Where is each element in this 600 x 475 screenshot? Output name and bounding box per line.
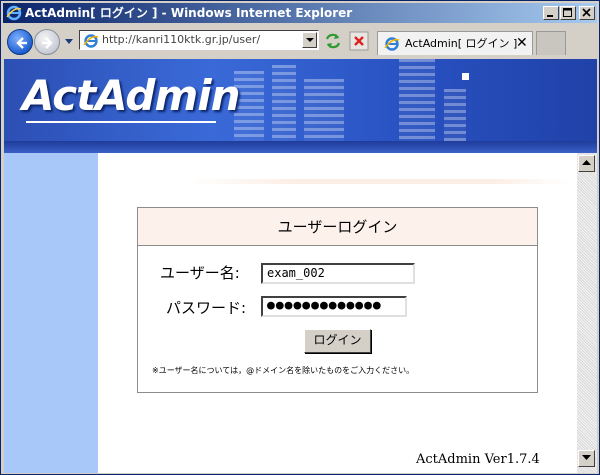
tab-ie-icon	[384, 36, 400, 56]
username-note: ※ユーザー名については，@ドメイン名を除いたものをご入力ください。	[152, 366, 415, 375]
refresh-icon	[325, 33, 341, 49]
version-text: ActAdmin Ver1.7.4	[416, 452, 540, 467]
page-ie-icon	[83, 33, 99, 53]
vertical-scrollbar[interactable]	[577, 153, 597, 473]
password-label: パスワード:	[166, 299, 247, 317]
logo-underline	[26, 121, 216, 123]
browser-window: ActAdmin[ ログイン ] - Windows Internet Expl…	[0, 0, 600, 475]
stop-button[interactable]	[349, 31, 369, 51]
main-content: ユーザーログイン ユーザー名: exam_002 パスワード: ●●●●●●●●…	[98, 153, 577, 473]
close-button[interactable]	[579, 6, 595, 20]
username-label: ユーザー名:	[160, 264, 240, 282]
banner-sparkle	[462, 73, 469, 80]
arrow-up-icon	[582, 160, 591, 165]
side-panel	[4, 153, 98, 473]
forward-arrow-icon	[42, 37, 53, 49]
tab-close-icon[interactable]: ✕	[516, 36, 528, 50]
decorative-line	[184, 179, 568, 184]
new-tab-button[interactable]	[536, 31, 566, 55]
minimize-button[interactable]	[543, 6, 559, 20]
banner-building-graphic	[444, 89, 466, 141]
banner-building-graphic	[272, 65, 296, 141]
login-heading: ユーザーログイン	[277, 218, 398, 236]
refresh-button[interactable]	[323, 31, 343, 51]
navigation-bar: http://kanri110ktk.gr.jp/user/ ActAdmin[…	[3, 25, 597, 59]
browser-tab[interactable]: ActAdmin[ ログイン ] ✕	[377, 31, 533, 55]
scroll-down-button[interactable]	[578, 450, 595, 467]
banner-stripe	[4, 141, 597, 153]
address-bar[interactable]: http://kanri110ktk.gr.jp/user/	[79, 30, 319, 50]
login-header: ユーザーログイン	[138, 208, 537, 246]
stop-icon	[349, 31, 369, 51]
arrow-down-icon	[582, 455, 591, 460]
chevron-down-icon	[306, 38, 314, 42]
banner-building-graphic	[399, 59, 435, 141]
history-dropdown-icon[interactable]	[64, 38, 74, 46]
username-input[interactable]: exam_002	[261, 263, 415, 284]
scroll-up-button[interactable]	[578, 155, 595, 172]
header-banner: ActAdmin	[4, 59, 597, 141]
login-form: ユーザーログイン ユーザー名: exam_002 パスワード: ●●●●●●●●…	[137, 207, 538, 393]
back-arrow-icon	[16, 37, 27, 49]
title-bar: ActAdmin[ ログイン ] - Windows Internet Expl…	[3, 3, 597, 23]
forward-button[interactable]	[34, 29, 60, 55]
tab-title: ActAdmin[ ログイン ]	[405, 37, 518, 50]
actadmin-logo: ActAdmin	[22, 71, 241, 120]
password-input[interactable]: ●●●●●●●●●●●●●	[261, 296, 407, 317]
window-title: ActAdmin[ ログイン ] - Windows Internet Expl…	[25, 6, 353, 20]
banner-building-graphic	[304, 79, 344, 141]
address-url: http://kanri110ktk.gr.jp/user/	[102, 33, 261, 46]
login-button[interactable]: ログイン	[304, 329, 371, 353]
ie-logo-icon	[6, 5, 22, 21]
maximize-button[interactable]	[560, 6, 576, 20]
back-button[interactable]	[7, 29, 33, 55]
address-dropdown-button[interactable]	[302, 32, 317, 48]
page-viewport: ActAdmin ユーザーログイン ユーザー名: exam_002 パスワード:…	[4, 59, 597, 473]
